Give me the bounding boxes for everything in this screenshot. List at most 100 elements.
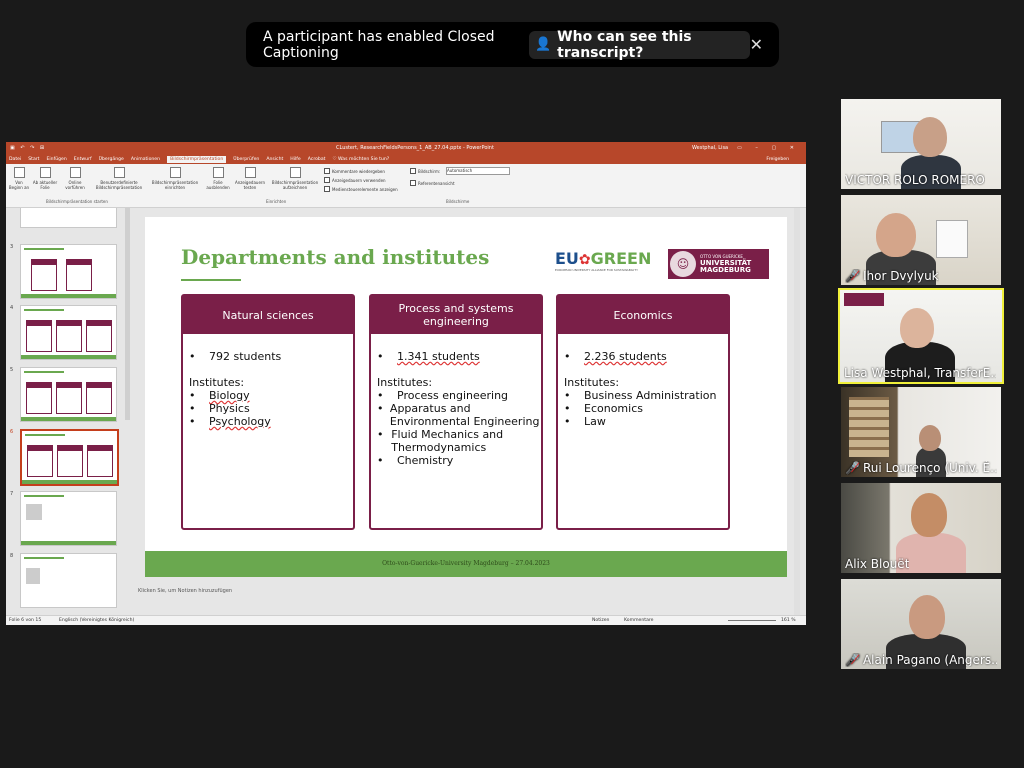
zoom-level[interactable]: 161 % [781,618,796,623]
participant-name-text: VICTOR ROLO ROMERO [845,173,985,187]
bullet: • [564,402,571,415]
window-controls[interactable]: ▭ – ▢ ✕ [737,145,800,151]
tab-datei[interactable]: Datei [9,157,21,162]
ppt-user[interactable]: Westphal, Lisa [692,145,728,151]
check-media-controls[interactable]: Medienstеuerelemente anzeigen [324,186,398,192]
institute-item: Psychology [209,415,271,428]
flower-icon: ✿ [578,252,591,268]
participant-tile[interactable]: 🎤̸ Ihor Dvylyuk [841,195,1001,285]
slide-thumbnail[interactable] [20,491,117,546]
participant-tile-active-speaker[interactable]: Lisa Westphal, TransferE... [838,288,1004,384]
tab-ansicht[interactable]: Ansicht [266,157,283,162]
logo-eu-subtitle: EUROPEAN UNIVERSITY ALLIANCE FOR SUSTAIN… [555,268,638,272]
check-presenter-view[interactable]: Referentenansicht [410,180,455,186]
status-bar: Folie 6 von 15 Englisch (Vereinigtes Kön… [6,615,806,625]
rehearse-timings-button[interactable]: Anzeigedauern testen [234,167,266,190]
institutes-label: Institutes: [377,376,433,389]
tab-bildschirmpraesentation[interactable]: Bildschirmpräsentation [167,155,227,163]
institute-item: Physics [209,402,250,415]
thumb-number: 3 [10,244,14,250]
slide-thumbnail[interactable] [20,208,117,228]
notes-placeholder[interactable]: Klicken Sie, um Notizen hinzuzufügen [138,588,232,594]
hide-slide-button[interactable]: Folie ausblenden [204,167,232,190]
who-can-see-label: Who can see this transcript? [557,28,692,61]
bullet: • [189,350,196,363]
share-button[interactable]: Freigeben [766,157,789,162]
slide-thumbnails-pane[interactable]: 3 4 5 6 7 8 [6,208,126,615]
institute-item: Fluid Mechanics and Thermodynamics [391,428,504,454]
participant-tile[interactable]: Alix Blouët [841,483,1001,573]
institutes-label: Institutes: [564,376,620,389]
mic-muted-icon: 🎤̸ [845,269,860,283]
person-head [876,213,916,257]
person-head [913,117,947,157]
ppt-title: CLustert, ResearchFieldsPersons_1_AB_27.… [336,145,494,151]
editor-scrollbar[interactable] [794,208,800,615]
monitor-label-text: Bildschirm: [418,168,441,174]
participant-name: 🎤̸ Alain Pagano (Angers... [845,653,997,667]
notes-button[interactable]: Notizen [592,618,609,623]
institute-item: Chemistry [397,454,454,467]
language-status[interactable]: Englisch (Vereinigtes Königreich) [59,618,134,623]
zoom-slider[interactable] [728,620,776,621]
hide-slide-label: Folie ausblenden [206,180,230,190]
record-show-button[interactable]: Bildschirmpräsentation aufzeichnen [268,167,322,190]
person-head [919,425,941,451]
logo-green-text: GREEN [590,249,652,268]
tab-acrobat[interactable]: Acrobat [308,157,326,162]
department-box-process-engineering: Process and systems engineering • 1.341 s… [369,294,543,530]
participant-tile[interactable]: 🎤̸ Rui Lourenço (Univ. É... [841,387,1001,477]
bullet: • [377,428,384,441]
quick-access-icons[interactable]: ▣ ↶ ↷ ⊞ [10,145,46,151]
group-monitors-label: Bildschirme [446,199,470,204]
slide-thumbnail-selected[interactable] [20,429,119,486]
custom-show-button[interactable]: Benutzerdefinierte Bildschirmpräsentatio… [92,167,146,190]
institute-item: Law [584,415,606,428]
thumb-number: 6 [10,429,14,435]
slide-thumbnail[interactable] [20,553,117,608]
check-play-narrations[interactable]: Kommentare wiedergeben [324,168,385,174]
tab-einfuegen[interactable]: Einfügen [47,157,67,162]
participant-name: Lisa Westphal, TransferE... [844,366,996,380]
tell-me-search[interactable]: ♡ Was möchten Sie tun? [332,157,389,162]
slide-thumbnail[interactable] [20,244,117,299]
tab-hilfe[interactable]: Hilfe [290,157,300,162]
tab-animationen[interactable]: Animationen [131,157,160,162]
participant-name-text: Alix Blouët [845,557,910,571]
tab-entwurf[interactable]: Entwurf [74,157,92,162]
close-icon[interactable]: ✕ [750,35,763,54]
slide-thumbnail[interactable] [20,367,117,422]
monitor-label: Bildschirm: [410,168,440,174]
bullet: • [564,389,571,402]
participant-tile[interactable]: VICTOR ROLO ROMERO [841,99,1001,189]
tab-uebergaenge[interactable]: Übergänge [99,157,124,162]
slide-thumbnail[interactable] [20,305,117,360]
mic-muted-icon: 🎤̸ [845,461,860,475]
tab-ueberpruefen[interactable]: Überprüfen [233,157,259,162]
from-beginning-button[interactable]: Von Beginn an [8,167,30,190]
ppt-titlebar: ▣ ↶ ↷ ⊞ CLustert, ResearchFieldsPersons_… [6,142,806,154]
comments-button[interactable]: Kommentare [624,618,654,623]
current-slide[interactable]: Departments and institutes EU✿GREEN EURO… [145,217,787,577]
setup-show-button[interactable]: Bildschirmpräsentation einrichten [148,167,202,190]
department-title: Natural sciences [183,296,353,334]
slide-counter: Folie 6 von 15 [9,618,42,623]
check-use-timings[interactable]: Anzeigedauern verwenden [324,177,386,183]
mic-muted-icon: 🎤̸ [845,653,860,667]
present-online-button[interactable]: Online vorführen [60,167,90,190]
thumb-number: 8 [10,553,14,559]
tab-start[interactable]: Start [28,157,39,162]
participant-name: 🎤̸ Rui Lourenço (Univ. É... [845,461,997,475]
who-can-see-transcript-button[interactable]: 👤 Who can see this transcript? [528,28,750,61]
monitor-select[interactable]: Automatisch [446,167,510,175]
check-media-controls-label: Medienstеuerelemente anzeigen [332,186,398,192]
group-setup-label: Einrichten [266,199,287,204]
participant-tile[interactable]: 🎤̸ Alain Pagano (Angers... [841,579,1001,669]
from-current-button[interactable]: Ab aktueller Folie [32,167,58,190]
bullet: • [189,402,196,415]
institute-item: Biology [209,389,250,402]
bullet: • [564,415,571,428]
wall-poster [936,220,968,258]
record-show-label: Bildschirmpräsentation aufzeichnen [271,180,319,190]
thumb-number: 7 [10,491,14,497]
